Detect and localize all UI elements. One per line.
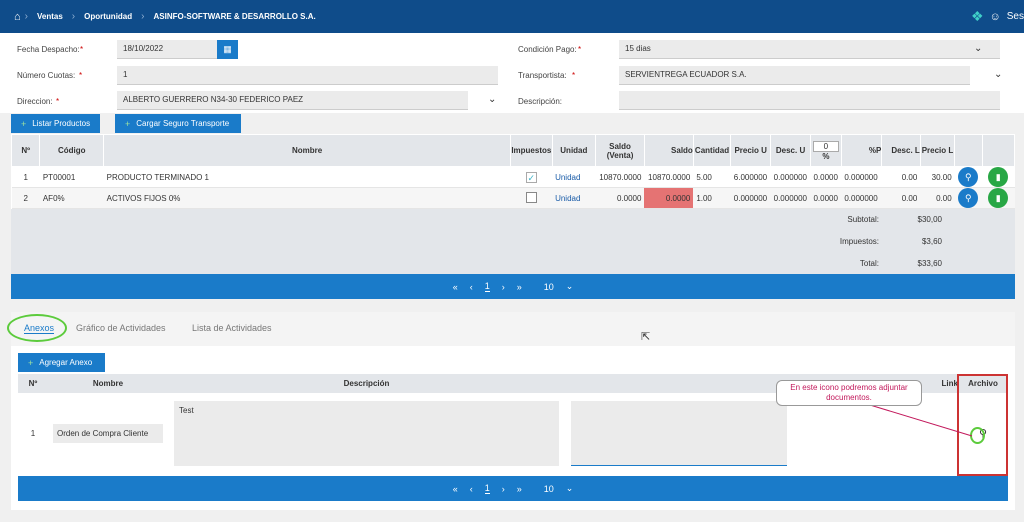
first-page-icon[interactable]: « xyxy=(453,484,458,494)
next-page-icon[interactable]: › xyxy=(502,484,505,494)
last-page-icon[interactable]: » xyxy=(517,484,522,494)
callout-pointer xyxy=(869,404,973,437)
chevron-down-icon[interactable]: ⌄ xyxy=(566,483,574,494)
callout-note: En este icono podremos adjuntar document… xyxy=(776,380,922,406)
page-size-select[interactable]: 10 xyxy=(544,484,554,494)
page-number[interactable]: 1 xyxy=(484,483,490,494)
anexos-pager: « ‹ 1 › » 10 ⌄ xyxy=(18,476,1008,501)
prev-page-icon[interactable]: ‹ xyxy=(470,484,473,494)
callout-line xyxy=(869,404,973,437)
